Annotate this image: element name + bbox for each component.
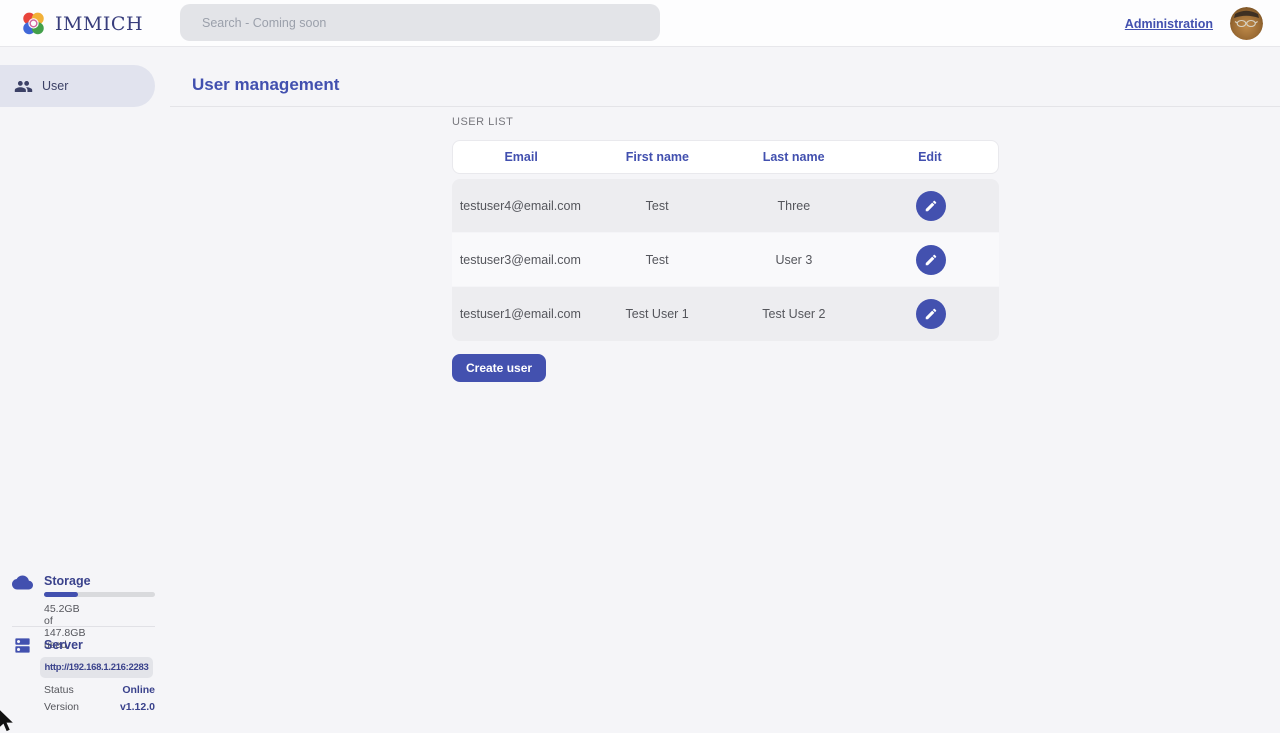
page-title: User management <box>192 75 339 95</box>
search-input[interactable] <box>180 4 660 41</box>
brand-name: IMMICH <box>55 13 143 35</box>
pencil-icon <box>924 307 938 321</box>
widget-divider <box>12 626 155 627</box>
sidebar-item-users[interactable]: User <box>0 65 155 107</box>
column-header-last-name: Last name <box>726 150 862 164</box>
edit-user-button[interactable] <box>916 245 946 275</box>
user-email: testuser3@email.com <box>452 253 589 267</box>
version-label: Version <box>44 701 79 713</box>
user-first-name: Test User 1 <box>589 307 726 321</box>
user-avatar[interactable] <box>1230 7 1263 40</box>
immich-flower-logo-icon <box>20 10 47 37</box>
user-table-body: testuser4@email.com Test Three testuser3… <box>452 179 999 341</box>
server-icon <box>13 636 32 655</box>
user-table-header: Email First name Last name Edit <box>452 140 999 174</box>
avatar-photo <box>1230 7 1263 40</box>
version-value: v1.12.0 <box>120 701 155 713</box>
mouse-cursor <box>0 709 16 733</box>
column-header-email: Email <box>453 150 589 164</box>
user-email: testuser1@email.com <box>452 307 589 321</box>
storage-title: Storage <box>44 574 91 588</box>
edit-user-button[interactable] <box>916 299 946 329</box>
sidebar-item-label: User <box>42 79 68 93</box>
pencil-icon <box>924 253 938 267</box>
cloud-icon <box>12 572 33 593</box>
status-label: Status <box>44 684 74 696</box>
user-last-name: Three <box>726 199 863 213</box>
section-label: USER LIST <box>452 116 999 128</box>
user-management-content: USER LIST Email First name Last name Edi… <box>452 116 999 382</box>
table-row: testuser1@email.com Test User 1 Test Use… <box>452 287 999 341</box>
create-user-button[interactable]: Create user <box>452 354 546 382</box>
administration-link[interactable]: Administration <box>1125 17 1213 31</box>
user-last-name: User 3 <box>726 253 863 267</box>
user-first-name: Test <box>589 199 726 213</box>
server-version-row: Version v1.12.0 <box>44 701 155 713</box>
top-bar: IMMICH Administration <box>0 0 1280 47</box>
user-first-name: Test <box>589 253 726 267</box>
storage-progress-fill <box>44 592 78 597</box>
table-row: testuser3@email.com Test User 3 <box>452 233 999 287</box>
pencil-icon <box>924 199 938 213</box>
storage-progress-bar <box>44 592 155 597</box>
title-divider <box>170 106 1280 107</box>
status-value: Online <box>122 684 155 696</box>
edit-user-button[interactable] <box>916 191 946 221</box>
server-url-badge: http://192.168.1.216:2283 <box>40 657 153 678</box>
server-status-row: Status Online <box>44 684 155 696</box>
brand[interactable]: IMMICH <box>20 0 143 47</box>
people-icon <box>14 77 33 96</box>
user-email: testuser4@email.com <box>452 199 589 213</box>
column-header-first-name: First name <box>589 150 725 164</box>
user-last-name: Test User 2 <box>726 307 863 321</box>
server-title: Server <box>44 638 83 652</box>
topbar-right: Administration <box>1125 0 1263 47</box>
column-header-edit: Edit <box>862 150 998 164</box>
table-row: testuser4@email.com Test Three <box>452 179 999 233</box>
